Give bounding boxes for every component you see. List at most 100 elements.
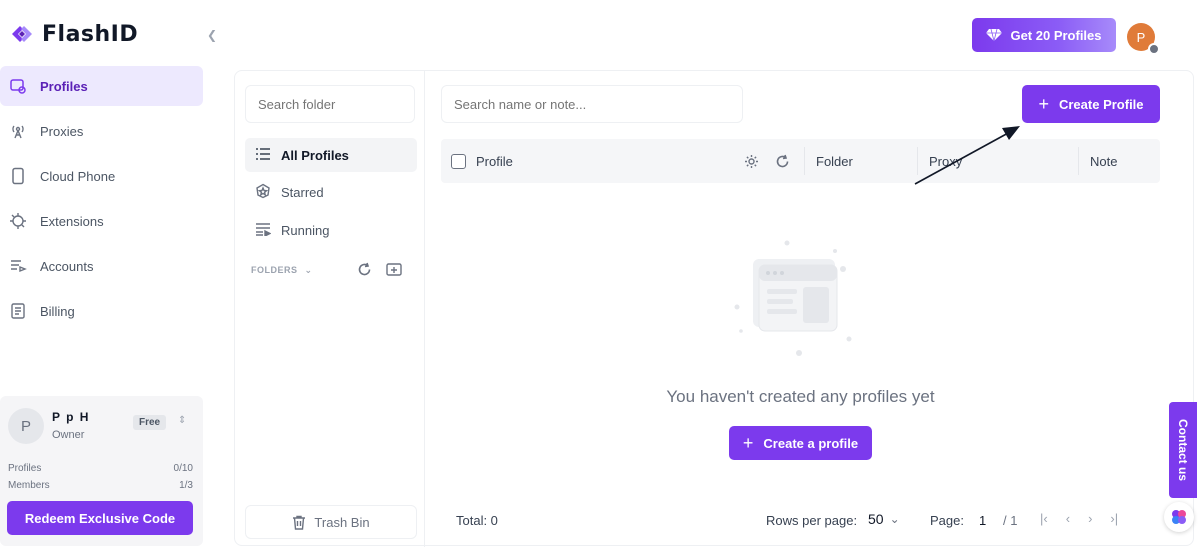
column-profile: Profile [451, 139, 513, 183]
plan-badge: Free [133, 415, 167, 430]
column-divider [804, 147, 805, 175]
plus-icon: + [742, 432, 754, 453]
column-divider [1078, 147, 1079, 175]
folder-item-running[interactable]: Running [245, 213, 417, 247]
sidebar-item-profiles[interactable]: Profiles [0, 66, 203, 106]
sidebar-item-label: Cloud Phone [40, 168, 116, 184]
create-a-profile-button[interactable]: + Create a profile [729, 426, 872, 460]
extension-icon [8, 211, 28, 231]
stat-value: 1/3 [179, 480, 193, 491]
profiles-icon [8, 76, 28, 96]
accounts-icon [8, 256, 28, 276]
stat-row-members: Members 1/3 [8, 480, 193, 491]
main-panel: All Profiles Starred Running FOLDERS ⌄ [234, 70, 1194, 547]
create-profile-button[interactable]: + Create Profile [1022, 85, 1160, 123]
trash-bin-label: Trash Bin [314, 514, 370, 530]
diamond-icon [986, 28, 1003, 42]
sidebar-item-proxies[interactable]: Proxies [0, 111, 203, 151]
stat-row-profiles: Profiles 0/10 [8, 463, 193, 474]
collapse-sidebar-chevron-left-icon[interactable]: ❮ [203, 26, 221, 44]
column-note: Note [1090, 139, 1117, 183]
rows-per-page-label: Rows per page: [766, 513, 858, 528]
get-profiles-button[interactable]: Get 20 Profiles [972, 18, 1116, 52]
folder-item-all-profiles[interactable]: All Profiles [245, 138, 417, 172]
add-folder-icon[interactable] [386, 262, 402, 282]
total-count: Total: 0 [456, 513, 498, 528]
list-icon [255, 147, 271, 164]
stat-value: 0/10 [173, 463, 193, 474]
create-profile-label: Create Profile [1058, 96, 1144, 112]
refresh-folders-icon[interactable] [357, 262, 372, 282]
column-divider [917, 147, 918, 175]
column-folder: Folder [816, 139, 853, 183]
sidebar-item-label: Accounts [40, 258, 94, 274]
phone-icon [8, 166, 28, 186]
account-avatar[interactable]: P [8, 408, 44, 444]
folder-item-label: Running [281, 222, 330, 238]
profile-search-input[interactable] [441, 85, 743, 123]
column-proxy: Proxy [929, 139, 962, 183]
folders-section-toggle[interactable]: FOLDERS ⌄ [251, 265, 313, 276]
trash-bin-button[interactable]: Trash Bin [245, 505, 417, 539]
sidebar-item-accounts[interactable]: Accounts [0, 246, 203, 286]
profiles-table-header: Profile Folder Proxy Note [441, 139, 1160, 183]
account-name: P p H [52, 410, 90, 424]
chevron-down-icon: ⌄ [304, 265, 313, 275]
stat-label: Members [8, 480, 50, 491]
flashid-logo-icon [12, 26, 32, 42]
last-page-icon[interactable]: ›| [1110, 511, 1118, 526]
chat-support-icon[interactable] [1164, 502, 1194, 532]
plus-icon: + [1038, 93, 1049, 114]
get-profiles-label: Get 20 Profiles [1010, 27, 1102, 43]
column-label: Folder [816, 153, 853, 169]
redeem-code-button[interactable]: Redeem Exclusive Code [7, 501, 193, 535]
folder-item-label: Starred [281, 184, 324, 200]
contact-us-tab[interactable]: Contact us [1169, 402, 1197, 498]
column-label: Proxy [929, 153, 963, 169]
account-switch-chevron-updown-icon[interactable]: ⇕ [178, 415, 186, 426]
folder-item-starred[interactable]: Starred [245, 175, 417, 209]
user-status-badge [1148, 43, 1160, 55]
page-current-input[interactable]: 1 [979, 513, 986, 528]
select-all-checkbox[interactable] [451, 153, 466, 169]
stat-label: Profiles [8, 463, 42, 474]
app-name: FlashID [42, 21, 139, 47]
folder-panel: All Profiles Starred Running FOLDERS ⌄ [235, 71, 425, 547]
rows-per-page-value: 50 [868, 511, 884, 527]
account-role: Owner [52, 429, 85, 441]
billing-icon [8, 301, 28, 321]
column-settings-gear-icon[interactable] [744, 139, 759, 183]
next-page-icon[interactable]: › [1088, 511, 1092, 526]
sidebar-item-cloud-phone[interactable]: Cloud Phone [0, 156, 203, 196]
sidebar-item-extensions[interactable]: Extensions [0, 201, 203, 241]
sidebar-item-label: Billing [40, 303, 75, 319]
prev-page-icon[interactable]: ‹ [1066, 511, 1070, 526]
chevron-down-icon: ⌄ [889, 512, 900, 526]
refresh-table-icon[interactable] [775, 139, 790, 183]
column-label: Profile [476, 153, 513, 169]
page-label: Page: [930, 513, 964, 528]
sidebar-item-label: Extensions [40, 213, 104, 229]
sidebar-item-billing[interactable]: Billing [0, 291, 203, 331]
empty-state-message: You haven't created any profiles yet [666, 387, 935, 406]
running-icon [255, 222, 272, 239]
pagination-controls: |‹ ‹ › ›| [1040, 511, 1118, 526]
proxy-antenna-icon [8, 121, 28, 141]
starred-icon [255, 183, 271, 202]
column-label: Note [1090, 153, 1118, 169]
sidebar-item-label: Proxies [40, 123, 84, 139]
rows-per-page-select[interactable]: 50 ⌄ [868, 511, 900, 527]
trash-icon [293, 515, 306, 530]
first-page-icon[interactable]: |‹ [1040, 511, 1048, 526]
create-a-profile-label: Create a profile [763, 435, 859, 451]
account-card: P P p H Owner Free ⇕ Profiles 0/10 Membe… [0, 396, 203, 546]
empty-state-illustration-icon [734, 240, 852, 356]
app-logo[interactable]: FlashID [8, 20, 138, 48]
sidebar-nav: Profiles Proxies Cloud Phone Extensions … [0, 66, 203, 336]
folders-section-label: FOLDERS [251, 265, 298, 275]
folder-item-label: All Profiles [281, 147, 349, 163]
contact-us-label: Contact us [1176, 418, 1190, 481]
folder-search-input[interactable] [245, 85, 415, 123]
folders-tools [357, 262, 402, 282]
page-total: / 1 [1003, 513, 1018, 528]
